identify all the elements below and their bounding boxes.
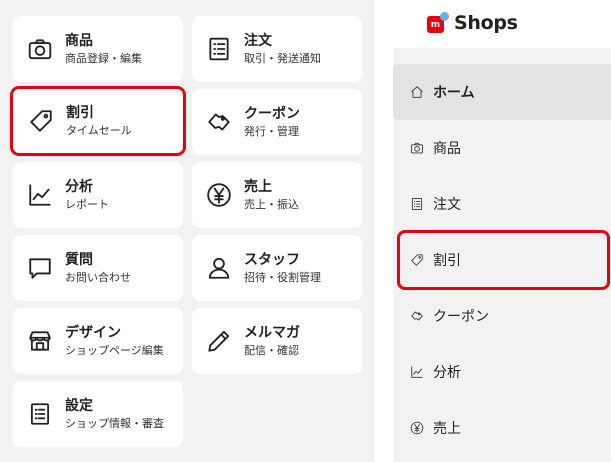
menu-card-discount[interactable]: 割引 タイムセール (10, 86, 186, 156)
order-list-icon (205, 35, 233, 63)
yen-icon (205, 181, 233, 209)
person-icon (205, 254, 233, 282)
menu-card-subtitle: タイムセール (66, 123, 132, 137)
menu-card-subtitle: 取引・発送通知 (244, 51, 321, 65)
menu-card-title: 設定 (65, 397, 93, 414)
sidebar-item-coupon[interactable]: クーポン (393, 288, 611, 344)
menu-card-staff[interactable]: スタッフ 招待・役割管理 (192, 235, 362, 301)
menu-card-subtitle: ショップ情報・審査 (65, 416, 164, 430)
order-list-icon (410, 197, 424, 211)
camera-icon (26, 35, 54, 63)
menu-card-title: メルマガ (244, 324, 300, 341)
menu-card-products[interactable]: 商品 商品登録・編集 (13, 16, 183, 82)
coupon-icon (410, 309, 424, 323)
sidebar-item-label: クーポン (433, 309, 489, 325)
sidebar: m Shops ホーム 商品 注文 割引 クーポン 分析 売上 (375, 0, 611, 462)
sidebar-item-home[interactable]: ホーム (393, 64, 611, 120)
menu-card-subtitle: 招待・役割管理 (244, 270, 321, 284)
coupon-icon (205, 108, 233, 136)
menu-card-subtitle: 配信・確認 (244, 343, 299, 357)
menu-card-subtitle: お問い合わせ (65, 270, 131, 284)
camera-icon (410, 141, 424, 155)
sidebar-item-label: ホーム (433, 85, 475, 101)
shops-logo[interactable]: m Shops (427, 12, 518, 34)
sidebar-nav: ホーム 商品 注文 割引 クーポン 分析 売上 (393, 48, 611, 462)
sidebar-item-label: 商品 (433, 141, 461, 157)
menu-card-subtitle: 商品登録・編集 (65, 51, 142, 65)
menu-card-title: デザイン (65, 324, 121, 341)
menu-card-orders[interactable]: 注文 取引・発送通知 (192, 16, 362, 82)
storefront-icon (26, 327, 54, 355)
menu-card-inquiries[interactable]: 質問 お問い合わせ (13, 235, 183, 301)
pen-icon (205, 327, 233, 355)
logo-mark: m (427, 12, 449, 34)
chat-icon (26, 254, 54, 282)
settings-list-icon (26, 400, 54, 428)
menu-card-coupon[interactable]: クーポン 発行・管理 (192, 89, 362, 155)
menu-card-design[interactable]: デザイン ショップページ編集 (13, 308, 183, 374)
chart-icon (410, 365, 424, 379)
menu-card-title: 商品 (65, 32, 93, 49)
sidebar-item-analytics[interactable]: 分析 (393, 344, 611, 400)
menu-card-subtitle: レポート (65, 197, 109, 211)
menu-card-title: 分析 (65, 178, 93, 195)
sidebar-item-products[interactable]: 商品 (393, 120, 611, 176)
menu-card-title: 注文 (244, 32, 272, 49)
sidebar-item-label: 注文 (433, 197, 461, 213)
menu-card-title: スタッフ (244, 251, 300, 268)
menu-card-subtitle: 発行・管理 (244, 124, 299, 138)
home-icon (410, 85, 424, 99)
menu-card-newsletter[interactable]: メルマガ 配信・確認 (192, 308, 362, 374)
sidebar-item-orders[interactable]: 注文 (393, 176, 611, 232)
menu-card-subtitle: ショップページ編集 (65, 343, 164, 357)
sidebar-item-label: 分析 (433, 365, 461, 381)
tag-icon (27, 107, 55, 135)
menu-card-title: 質問 (65, 251, 93, 268)
logo-dot (440, 12, 449, 21)
logo-text: Shops (454, 12, 518, 34)
menu-card-title: 割引 (66, 104, 94, 121)
menu-card-subtitle: 売上・振込 (244, 197, 299, 211)
highlight-frame (397, 230, 610, 290)
sidebar-item-label: 売上 (433, 421, 461, 437)
menu-grid: 商品 商品登録・編集 注文 取引・発送通知 割引 タイムセール クーポン 発行・… (0, 0, 375, 462)
menu-card-sales[interactable]: 売上 売上・振込 (192, 162, 362, 228)
menu-card-title: 売上 (244, 178, 272, 195)
chart-icon (26, 181, 54, 209)
menu-card-analytics[interactable]: 分析 レポート (13, 162, 183, 228)
sidebar-item-sales[interactable]: 売上 (393, 400, 611, 456)
menu-card-settings[interactable]: 設定 ショップ情報・審査 (13, 381, 183, 447)
menu-card-title: クーポン (244, 105, 300, 122)
yen-icon (410, 421, 424, 435)
